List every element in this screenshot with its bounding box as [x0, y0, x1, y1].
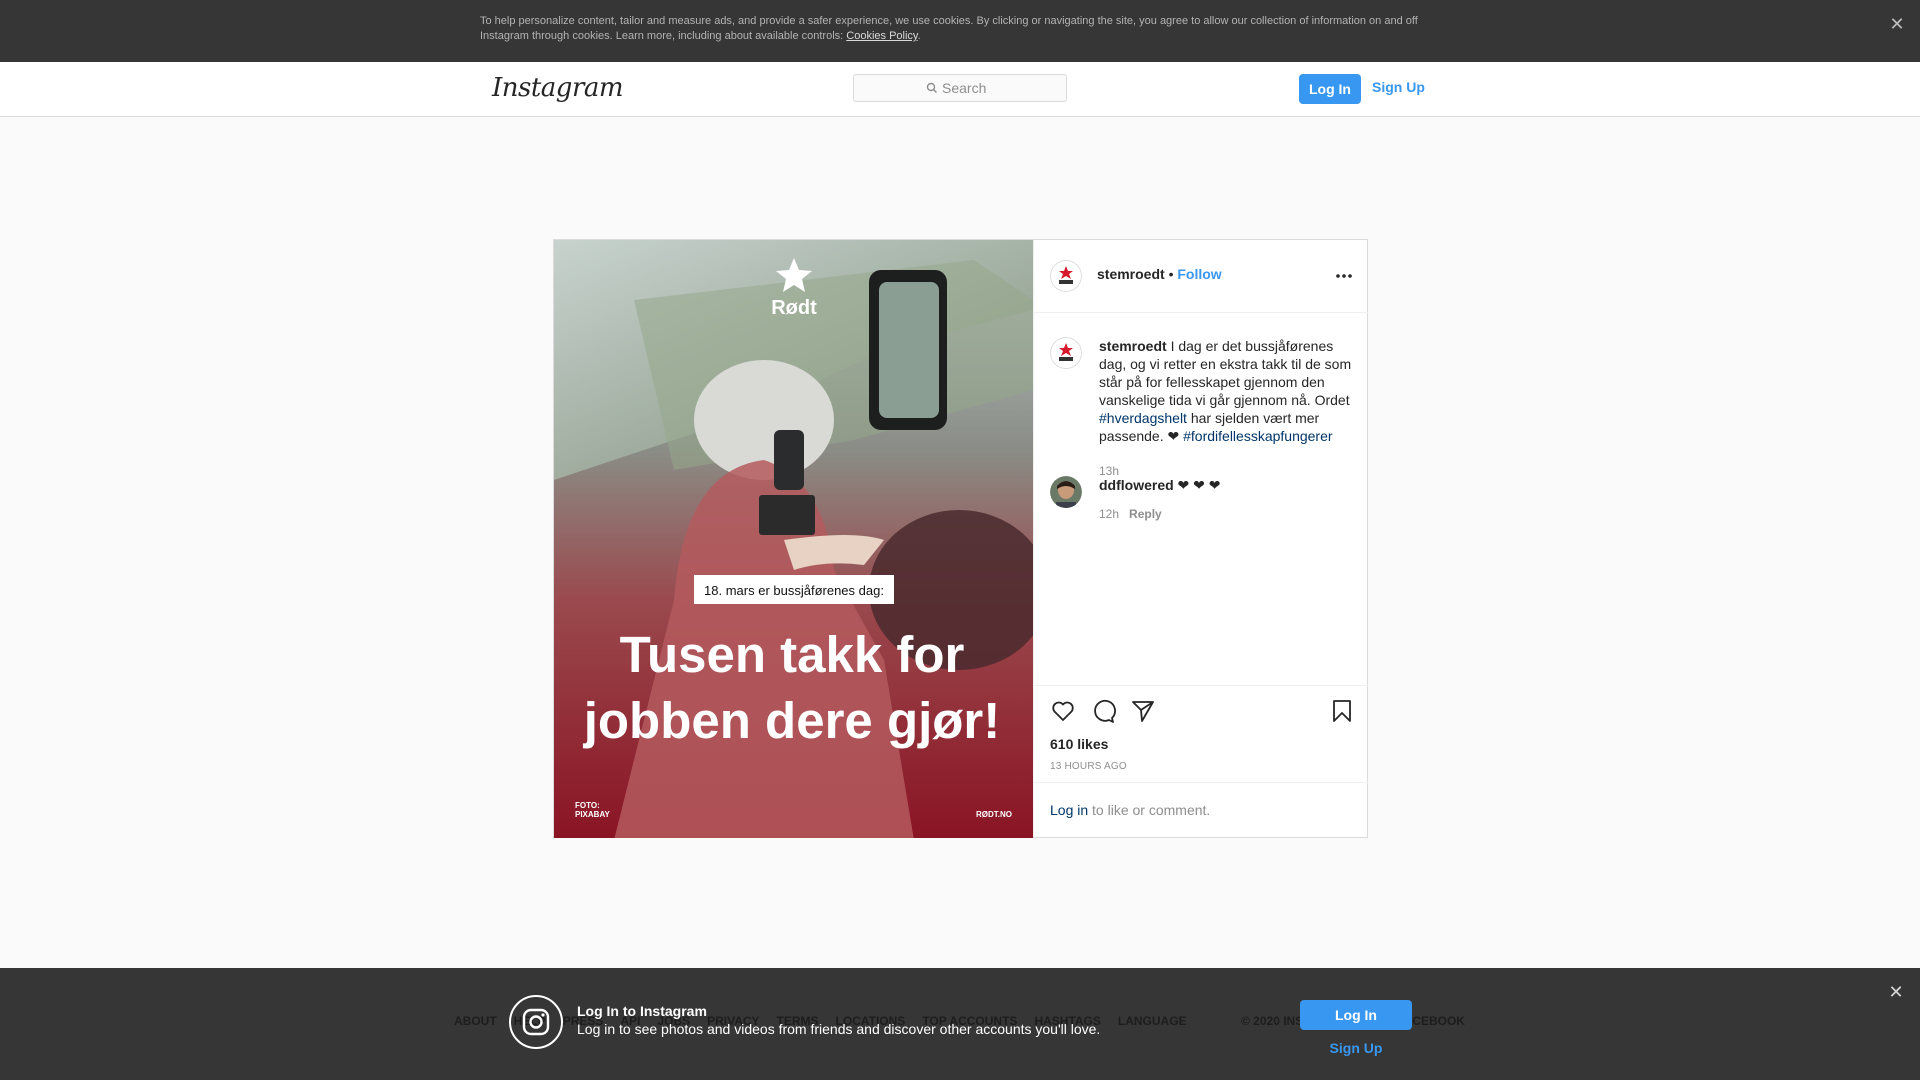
comment-meta: 12h Reply	[1099, 507, 1162, 521]
username-link[interactable]: stemroedt	[1099, 338, 1167, 354]
comment-text: ddflowered ❤ ❤ ❤	[1099, 476, 1352, 494]
promo-login-button[interactable]: Log In	[1300, 1000, 1412, 1030]
avatar[interactable]	[1050, 476, 1082, 508]
comment-body: ❤ ❤ ❤	[1173, 477, 1221, 493]
footer-link[interactable]: ABOUT	[454, 1014, 497, 1028]
cookie-message: To help personalize content, tailor and …	[480, 14, 1440, 44]
photo-credit-2: PIXABAY	[575, 810, 610, 819]
signup-link[interactable]: Sign Up	[1372, 74, 1425, 104]
cookie-text-end: .	[917, 30, 921, 42]
cookies-policy-link[interactable]: Cookies Policy	[846, 30, 917, 42]
follow-button[interactable]: Follow	[1177, 266, 1221, 282]
brand-text: Rødt	[771, 297, 817, 319]
promo-subtitle: Log in to see photos and videos from fri…	[577, 1021, 1101, 1037]
post-owner: stemroedt • Follow	[1097, 266, 1222, 282]
close-icon[interactable]: ✕	[1886, 982, 1906, 1002]
share-icon[interactable]	[1130, 698, 1156, 724]
avatar[interactable]	[1050, 260, 1082, 292]
login-banner: ABOUT HELP PRESS API JOBS PRIVACY TERMS LOCATIO…	[0, 968, 1920, 1080]
login-button[interactable]: Log In	[1299, 74, 1361, 104]
close-icon[interactable]: ✕	[1887, 14, 1907, 34]
login-link[interactable]: Log in	[1050, 802, 1088, 818]
post-sidebar: stemroedt • Follow stemroedt I dag er de…	[1033, 240, 1368, 837]
comments-list: stemroedt I dag er det bussjåførenes dag…	[1034, 313, 1368, 727]
bookmark-icon[interactable]	[1329, 698, 1355, 724]
login-to-comment: Log in to like or comment.	[1034, 782, 1368, 838]
top-navigation: Instagram Log In Sign Up	[0, 62, 1920, 117]
post-actions: 610 likes 13 HOURS AGO	[1034, 685, 1368, 782]
reply-button[interactable]: Reply	[1129, 507, 1162, 521]
avatar[interactable]	[1050, 337, 1082, 369]
separator: •	[1168, 266, 1174, 282]
comment-icon[interactable]	[1090, 698, 1116, 724]
heart-icon[interactable]	[1050, 698, 1076, 724]
footer-link[interactable]: LANGUAGE	[1118, 1014, 1187, 1028]
login-prompt: Log in to like or comment.	[1050, 802, 1210, 818]
image-tag: 18. mars er bussjåførenes dag:	[704, 583, 884, 598]
site-label: RØDT.NO	[976, 810, 1012, 819]
promo-signup-link[interactable]: Sign Up	[1300, 1040, 1412, 1056]
caption-text: stemroedt I dag er det bussjåførenes dag…	[1099, 337, 1352, 445]
post-image[interactable]: Rødt 18. mars er bussjåførenes dag: Tuse…	[554, 240, 1033, 838]
login-prompt-text: to like or comment.	[1088, 802, 1211, 818]
username-link[interactable]: ddflowered	[1099, 477, 1174, 493]
post-card: Rødt 18. mars er bussjåførenes dag: Tuse…	[553, 239, 1368, 838]
image-headline-1: Tusen takk for	[620, 626, 965, 683]
hashtag-link[interactable]: #hverdagshelt	[1099, 410, 1187, 426]
comment-time[interactable]: 12h	[1099, 507, 1119, 521]
likes-count[interactable]: 610 likes	[1050, 736, 1108, 752]
post-time[interactable]: 13 HOURS AGO	[1050, 761, 1127, 772]
search-box[interactable]	[853, 74, 1067, 102]
hashtag-link[interactable]: #fordifellesskapfungerer	[1183, 428, 1332, 444]
search-icon	[926, 82, 937, 93]
instagram-glyph-icon	[509, 995, 563, 1049]
more-options-icon[interactable]	[1332, 266, 1356, 286]
promo-title: Log In to Instagram	[577, 1003, 707, 1019]
cookie-text: To help personalize content, tailor and …	[480, 15, 1418, 42]
post-header: stemroedt • Follow	[1034, 240, 1368, 313]
username-link[interactable]: stemroedt	[1097, 266, 1165, 282]
photo-credit-1: FOTO:	[575, 801, 600, 810]
image-headline-2: jobben dere gjør!	[583, 692, 1001, 749]
instagram-logo[interactable]: Instagram	[492, 73, 624, 103]
cookie-banner: To help personalize content, tailor and …	[0, 0, 1920, 62]
search-input[interactable]	[942, 79, 1052, 97]
